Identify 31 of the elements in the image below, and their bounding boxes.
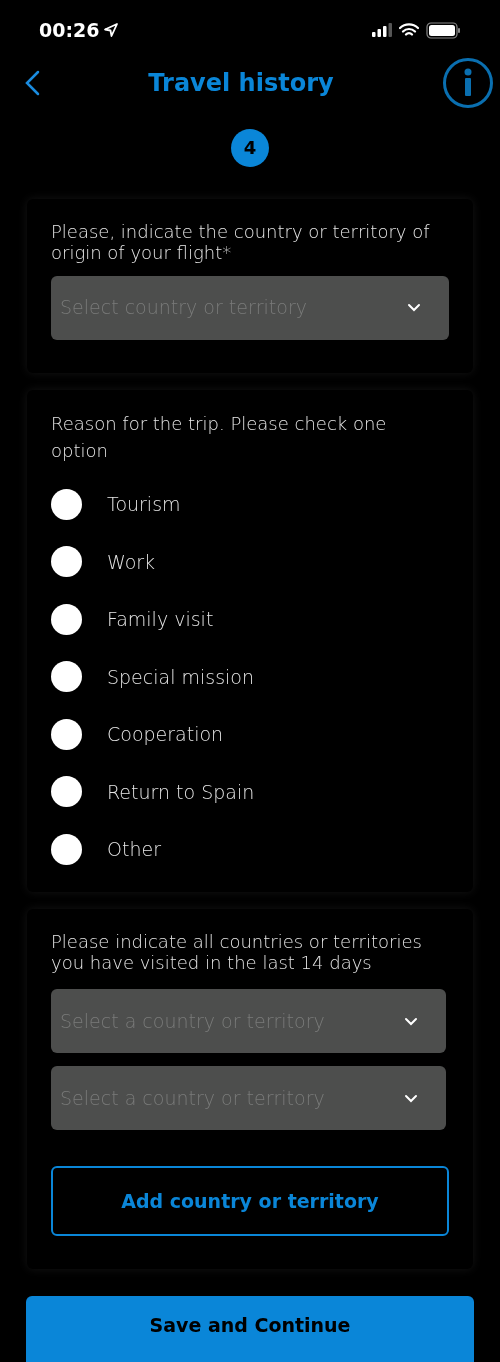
status-time: 00:26 bbox=[39, 18, 100, 44]
page-title: Travel history bbox=[148, 68, 334, 100]
radio-button[interactable] bbox=[51, 776, 82, 808]
info-icon[interactable] bbox=[442, 57, 494, 110]
reason-option[interactable]: Tourism bbox=[51, 475, 449, 533]
add-country-button[interactable]: Add country or territory bbox=[51, 1166, 449, 1236]
back-icon[interactable] bbox=[24, 70, 40, 97]
radio-button[interactable] bbox=[51, 833, 82, 865]
reason-question: Reason for the trip. Please check one option bbox=[51, 411, 388, 463]
reason-option[interactable]: Cooperation bbox=[51, 705, 449, 763]
location-arrow-icon bbox=[103, 22, 120, 39]
battery-icon bbox=[426, 21, 461, 39]
reason-option[interactable]: Work bbox=[51, 533, 449, 591]
step-badge: 4 bbox=[231, 128, 269, 167]
radio-button[interactable] bbox=[51, 661, 82, 693]
reason-option[interactable]: Other bbox=[51, 820, 449, 878]
origin-question: Please, indicate the country or territory of origin of your flight* bbox=[51, 220, 431, 263]
radio-button[interactable] bbox=[51, 488, 82, 520]
wifi-icon bbox=[399, 22, 419, 38]
chevron-down-icon bbox=[404, 1093, 418, 1103]
radio-button[interactable] bbox=[51, 603, 82, 635]
radio-button[interactable] bbox=[51, 546, 82, 578]
signal-icon bbox=[372, 23, 392, 38]
reason-option[interactable]: Return to Spain bbox=[51, 763, 449, 821]
save-continue-button[interactable]: Save and Continue bbox=[26, 1296, 474, 1362]
visited-question: Please indicate all countries or territories you have visited in the last 14 days bbox=[51, 931, 423, 973]
chevron-down-icon bbox=[404, 1016, 418, 1026]
radio-button[interactable] bbox=[51, 718, 82, 750]
reason-option[interactable]: Family visit bbox=[51, 590, 449, 648]
chevron-down-icon bbox=[407, 303, 421, 312]
reason-option[interactable]: Special mission bbox=[51, 648, 449, 706]
